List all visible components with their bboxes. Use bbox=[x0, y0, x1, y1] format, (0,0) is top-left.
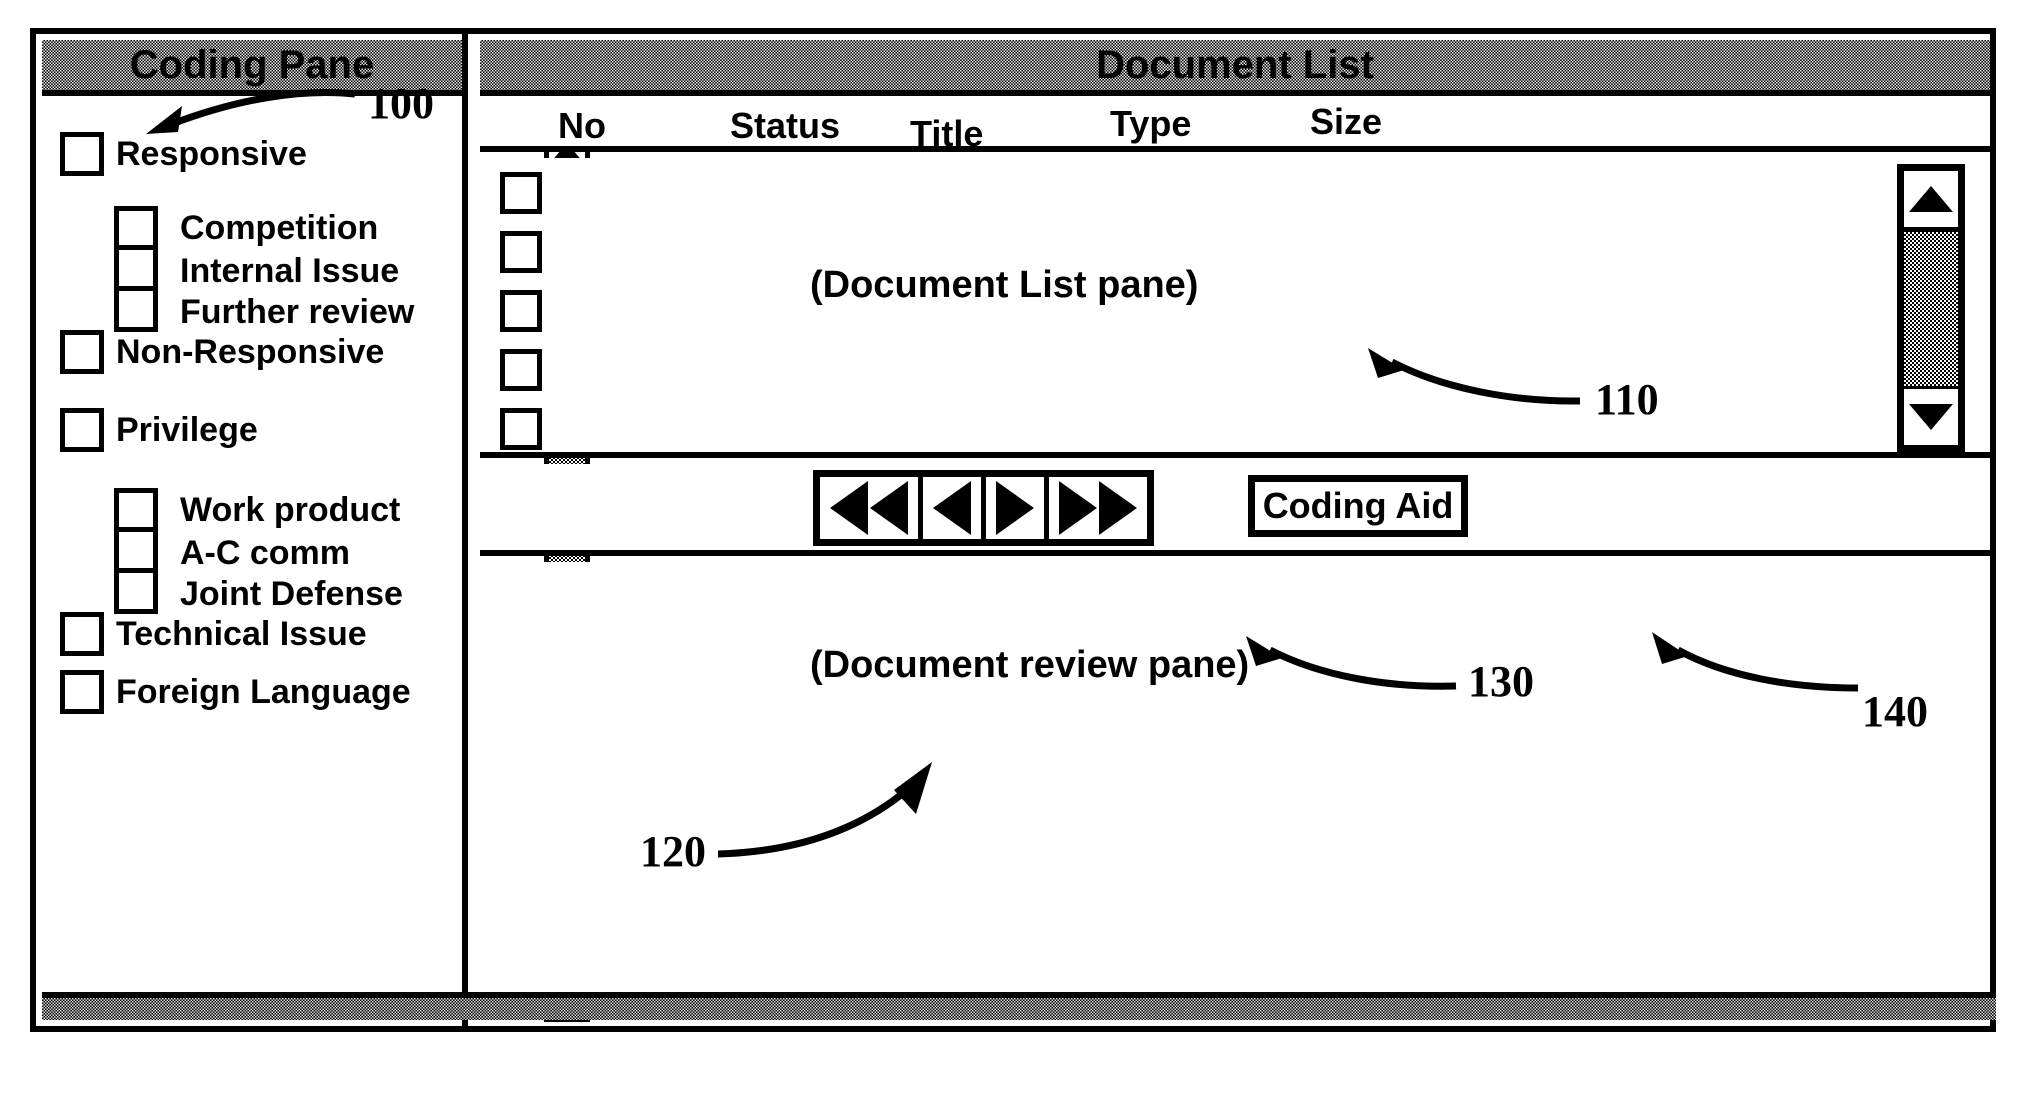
checkbox-foreign-language[interactable] bbox=[60, 670, 104, 714]
coding-item-label: A-C comm bbox=[180, 533, 351, 572]
coding-group-privilege-children: Work product A-C comm Joint Defense bbox=[114, 488, 403, 614]
checkbox-joint-defense[interactable] bbox=[114, 570, 158, 614]
coding-item-label: Technical Issue bbox=[116, 615, 367, 653]
callout-label-130: 130 bbox=[1468, 657, 1534, 706]
column-header-status[interactable]: Status bbox=[730, 108, 840, 144]
coding-item-work-product[interactable]: Work product bbox=[114, 488, 403, 532]
first-document-button[interactable] bbox=[820, 477, 923, 539]
checkbox-privilege[interactable] bbox=[60, 408, 104, 452]
callout-label-110: 110 bbox=[1595, 375, 1659, 424]
document-review-pane: (Document review pane) bbox=[480, 562, 1990, 1020]
last-document-button[interactable] bbox=[1049, 477, 1147, 539]
column-header-title[interactable]: Title bbox=[910, 116, 983, 152]
left-arrow-icon bbox=[933, 481, 971, 535]
status-bar bbox=[42, 992, 1996, 1020]
table-row-checkbox[interactable] bbox=[500, 172, 542, 214]
column-header-no[interactable]: No bbox=[558, 108, 606, 144]
figure-root: Coding Pane Responsive Competition Inter… bbox=[0, 0, 2021, 1111]
coding-item-label: Further review bbox=[180, 292, 415, 331]
document-list-scroll-up-button[interactable] bbox=[1904, 171, 1958, 227]
document-list-scroll-thumb[interactable] bbox=[1904, 227, 1958, 391]
document-list-titlebar: Document List bbox=[480, 40, 1990, 96]
document-navigation-buttons bbox=[813, 470, 1154, 546]
double-right-arrow-icon bbox=[1059, 481, 1137, 535]
document-list-scrollbar[interactable] bbox=[1897, 164, 1965, 452]
coding-item-technical-issue[interactable]: Technical Issue bbox=[60, 612, 367, 656]
right-arrow-icon bbox=[996, 481, 1034, 535]
table-row-checkbox[interactable] bbox=[500, 231, 542, 273]
document-list-title-text: Document List bbox=[1096, 43, 1374, 87]
coding-item-non-responsive[interactable]: Non-Responsive bbox=[60, 330, 384, 374]
callout-label-100: 100 bbox=[368, 79, 434, 128]
table-row-checkbox[interactable] bbox=[500, 408, 542, 450]
coding-item-joint-defense[interactable]: Joint Defense bbox=[114, 570, 403, 614]
coding-item-further-review[interactable]: Further review bbox=[114, 288, 415, 332]
checkbox-responsive[interactable] bbox=[60, 132, 104, 176]
coding-item-privilege[interactable]: Privilege bbox=[60, 408, 258, 452]
coding-item-label: Internal Issue bbox=[180, 251, 400, 290]
coding-aid-button-label: Coding Aid bbox=[1262, 485, 1454, 526]
triangle-down-icon bbox=[1909, 404, 1953, 430]
coding-pane-title-text: Coding Pane bbox=[129, 43, 375, 87]
document-review-placeholder-caption: (Document review pane) bbox=[810, 644, 1250, 686]
coding-item-label: Joint Defense bbox=[180, 574, 403, 613]
coding-item-ac-comm[interactable]: A-C comm bbox=[114, 529, 403, 573]
checkbox-work-product[interactable] bbox=[114, 488, 158, 532]
document-list-column-headers: No Status Title Type Size bbox=[480, 102, 1990, 152]
coding-aid-button[interactable]: Coding Aid bbox=[1248, 475, 1468, 537]
callout-label-140: 140 bbox=[1862, 687, 1928, 736]
document-row-checkbox-column bbox=[500, 172, 542, 467]
checkbox-competition[interactable] bbox=[114, 206, 158, 250]
triangle-up-icon bbox=[1909, 186, 1953, 212]
coding-pane: Coding Pane Responsive Competition Inter… bbox=[36, 34, 468, 1026]
document-list-placeholder-caption: (Document List pane) bbox=[810, 264, 1199, 306]
callout-label-120: 120 bbox=[640, 827, 706, 876]
table-row-checkbox[interactable] bbox=[500, 290, 542, 332]
checkbox-internal-issue[interactable] bbox=[114, 247, 158, 291]
coding-item-competition[interactable]: Competition bbox=[114, 206, 414, 250]
coding-group-responsive-children: Competition Internal Issue Further revie… bbox=[114, 206, 414, 332]
document-area: Document List No Status Title Type Size bbox=[474, 34, 1996, 1026]
checkbox-non-responsive[interactable] bbox=[60, 330, 104, 374]
next-document-button[interactable] bbox=[986, 477, 1049, 539]
checkbox-further-review[interactable] bbox=[114, 288, 158, 332]
coding-item-foreign-language[interactable]: Foreign Language bbox=[60, 670, 411, 714]
document-list-pane: (Document List pane) bbox=[480, 158, 1990, 458]
column-header-size[interactable]: Size bbox=[1310, 104, 1382, 140]
double-left-arrow-icon bbox=[830, 481, 908, 535]
coding-item-responsive[interactable]: Responsive bbox=[60, 132, 307, 176]
navigation-toolbar: Coding Aid bbox=[480, 464, 1990, 556]
coding-item-label: Foreign Language bbox=[116, 673, 411, 711]
coding-item-label: Non-Responsive bbox=[116, 333, 385, 371]
document-list-scroll-down-button[interactable] bbox=[1904, 389, 1958, 445]
application-window: Coding Pane Responsive Competition Inter… bbox=[30, 28, 1996, 1032]
previous-document-button[interactable] bbox=[923, 477, 986, 539]
coding-item-internal-issue[interactable]: Internal Issue bbox=[114, 247, 414, 291]
coding-pane-body: Responsive Competition Internal Issue Fu… bbox=[42, 102, 462, 1020]
coding-item-label: Work product bbox=[180, 491, 401, 529]
checkbox-technical-issue[interactable] bbox=[60, 612, 104, 656]
table-row-checkbox[interactable] bbox=[500, 349, 542, 391]
coding-item-label: Responsive bbox=[116, 135, 307, 173]
checkbox-ac-comm[interactable] bbox=[114, 529, 158, 573]
column-header-type[interactable]: Type bbox=[1110, 106, 1191, 142]
coding-item-label: Competition bbox=[180, 209, 379, 247]
coding-item-label: Privilege bbox=[116, 411, 258, 449]
